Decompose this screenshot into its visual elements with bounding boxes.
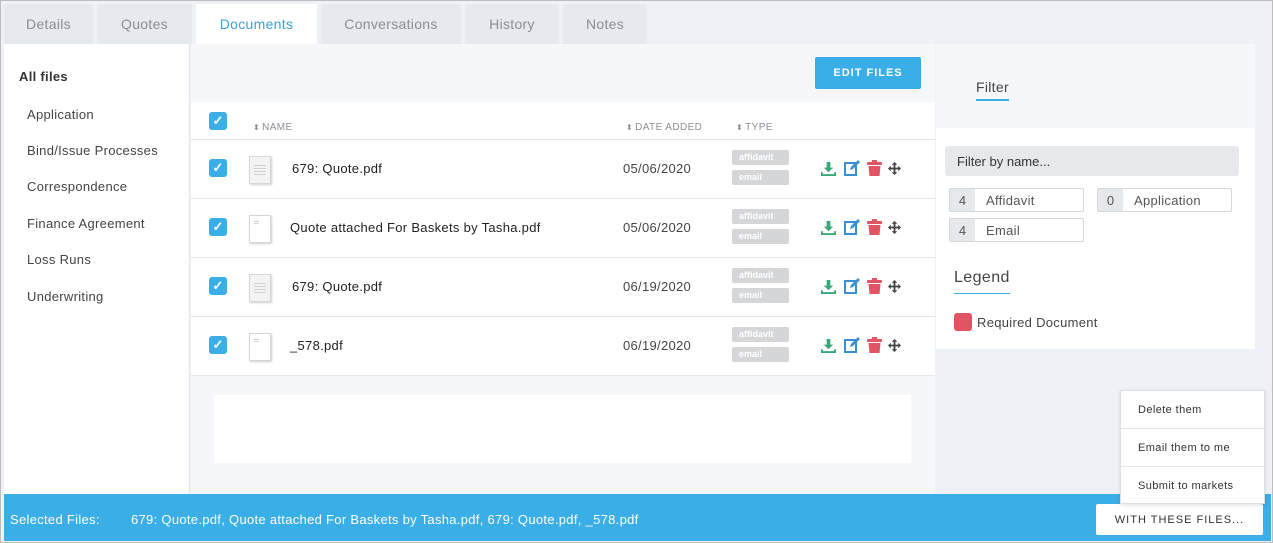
filter-chip-affidavit[interactable]: 4 Affidavit xyxy=(949,188,1084,212)
blank-document-icon xyxy=(249,215,271,243)
row-checkbox[interactable]: ✓ xyxy=(209,159,227,177)
selected-files-label: Selected Files: xyxy=(10,512,100,527)
column-header-name[interactable]: ⬍ NAME xyxy=(253,122,293,133)
move-icon[interactable] xyxy=(885,336,903,354)
document-icon xyxy=(249,156,271,184)
column-type-label: TYPE xyxy=(745,122,773,133)
sidebar-item-underwriting[interactable]: Underwriting xyxy=(27,289,104,304)
chip-count: 4 xyxy=(950,189,975,211)
tab-quotes[interactable]: Quotes xyxy=(97,4,192,44)
column-name-label: NAME xyxy=(262,122,293,133)
blank-document-icon xyxy=(249,333,271,361)
file-name[interactable]: 679: Quote.pdf xyxy=(292,279,382,294)
trash-icon[interactable] xyxy=(865,336,883,354)
edit-icon[interactable] xyxy=(843,159,861,177)
type-tag-affidavit: affidavit xyxy=(732,327,789,342)
move-icon[interactable] xyxy=(885,277,903,295)
file-date: 05/06/2020 xyxy=(623,220,692,235)
type-tag-affidavit: affidavit xyxy=(732,209,789,224)
row-checkbox[interactable]: ✓ xyxy=(209,336,227,354)
column-header-type[interactable]: ⬍ TYPE xyxy=(736,122,773,133)
chip-label: Email xyxy=(986,222,1021,238)
tab-documents[interactable]: Documents xyxy=(196,4,317,44)
sidebar-item-correspondence[interactable]: Correspondence xyxy=(27,179,127,194)
download-icon[interactable] xyxy=(819,277,837,295)
column-date-label: DATE ADDED xyxy=(635,122,703,133)
menu-item-delete-them[interactable]: Delete them xyxy=(1121,391,1264,429)
row-checkbox[interactable]: ✓ xyxy=(209,218,227,236)
tab-details[interactable]: Details xyxy=(4,4,93,44)
documents-table: ✓ ⬍ NAME ⬍ DATE ADDED ⬍ TYPE ✓ 679: Quote.p… xyxy=(191,102,935,376)
type-tag-affidavit: affidavit xyxy=(732,268,789,283)
sidebar-item-application[interactable]: Application xyxy=(27,107,94,122)
download-icon[interactable] xyxy=(819,159,837,177)
legend-label: Required Document xyxy=(977,315,1098,330)
move-icon[interactable] xyxy=(885,218,903,236)
upload-drop-area[interactable] xyxy=(214,395,911,463)
file-name[interactable]: Quote attached For Baskets by Tasha.pdf xyxy=(290,220,541,235)
menu-item-submit-to-markets[interactable]: Submit to markets xyxy=(1121,467,1264,505)
edit-files-button[interactable]: EDIT FILES xyxy=(815,57,921,89)
type-tag-email: email xyxy=(732,347,789,362)
with-these-files-button[interactable]: WITH THESE FILES... xyxy=(1096,504,1263,535)
sort-icon: ⬍ xyxy=(626,123,634,132)
filter-by-name-input[interactable] xyxy=(945,146,1239,176)
file-name[interactable]: _578.pdf xyxy=(290,338,343,353)
select-all-checkbox[interactable]: ✓ xyxy=(209,112,227,130)
download-icon[interactable] xyxy=(819,336,837,354)
download-icon[interactable] xyxy=(819,218,837,236)
table-header: ✓ ⬍ NAME ⬍ DATE ADDED ⬍ TYPE xyxy=(191,102,935,140)
table-row[interactable]: ✓ 679: Quote.pdf 05/06/2020 affidavit em… xyxy=(191,140,935,199)
tab-conversations[interactable]: Conversations xyxy=(321,4,461,44)
tab-history[interactable]: History xyxy=(465,4,559,44)
row-checkbox[interactable]: ✓ xyxy=(209,277,227,295)
chip-count: 4 xyxy=(950,219,975,241)
trash-icon[interactable] xyxy=(865,277,883,295)
table-row[interactable]: ✓ _578.pdf 06/19/2020 affidavit email xyxy=(191,317,935,376)
filter-body: 4 Affidavit 0 Application 4 Email Legend… xyxy=(936,128,1255,349)
file-date: 05/06/2020 xyxy=(623,161,692,176)
sort-icon: ⬍ xyxy=(253,123,261,132)
file-name[interactable]: 679: Quote.pdf xyxy=(292,161,382,176)
menu-item-email-them-to-me[interactable]: Email them to me xyxy=(1121,429,1264,467)
tab-filter[interactable]: Filter xyxy=(976,79,1009,101)
type-tag-email: email xyxy=(732,288,789,303)
filter-chip-email[interactable]: 4 Email xyxy=(949,218,1084,242)
edit-icon[interactable] xyxy=(843,336,861,354)
tab-notes[interactable]: Notes xyxy=(563,4,647,44)
chip-label: Affidavit xyxy=(986,192,1035,208)
app-frame: Details Quotes Documents Conversations H… xyxy=(0,0,1273,543)
filter-chip-application[interactable]: 0 Application xyxy=(1097,188,1232,212)
sidebar-item-bind-issue-processes[interactable]: Bind/Issue Processes xyxy=(27,143,158,158)
tab-bar: Details Quotes Documents Conversations H… xyxy=(4,4,651,44)
type-tag-email: email xyxy=(732,229,789,244)
filter-header: Filter xyxy=(936,44,1255,128)
sidebar-item-loss-runs[interactable]: Loss Runs xyxy=(27,252,91,267)
type-tag-email: email xyxy=(732,170,789,185)
table-row[interactable]: ✓ 679: Quote.pdf 06/19/2020 affidavit em… xyxy=(191,258,935,317)
file-date: 06/19/2020 xyxy=(623,338,692,353)
column-header-date-added[interactable]: ⬍ DATE ADDED xyxy=(626,122,702,133)
table-row[interactable]: ✓ Quote attached For Baskets by Tasha.pd… xyxy=(191,199,935,258)
selected-files-bar: Selected Files: 679: Quote.pdf, Quote at… xyxy=(4,494,1271,541)
legend-title: Legend xyxy=(954,269,1010,294)
documents-main: EDIT FILES ✓ ⬍ NAME ⬍ DATE ADDED ⬍ TYPE ✓ 6… xyxy=(191,44,935,494)
sidebar-item-all-files[interactable]: All files xyxy=(19,69,68,84)
move-icon[interactable] xyxy=(885,159,903,177)
sidebar-item-finance-agreement[interactable]: Finance Agreement xyxy=(27,216,145,231)
selected-files-list: 679: Quote.pdf, Quote attached For Baske… xyxy=(131,512,639,527)
folder-sidebar: All files Application Bind/Issue Process… xyxy=(4,44,190,494)
document-icon xyxy=(249,274,271,302)
chip-count: 0 xyxy=(1098,189,1123,211)
edit-icon[interactable] xyxy=(843,218,861,236)
type-tag-affidavit: affidavit xyxy=(732,150,789,165)
chip-label: Application xyxy=(1134,192,1201,208)
bulk-actions-menu: Delete them Email them to me Submit to m… xyxy=(1120,390,1265,504)
required-document-swatch xyxy=(954,313,972,331)
trash-icon[interactable] xyxy=(865,218,883,236)
sort-icon: ⬍ xyxy=(736,123,744,132)
file-date: 06/19/2020 xyxy=(623,279,692,294)
edit-icon[interactable] xyxy=(843,277,861,295)
trash-icon[interactable] xyxy=(865,159,883,177)
